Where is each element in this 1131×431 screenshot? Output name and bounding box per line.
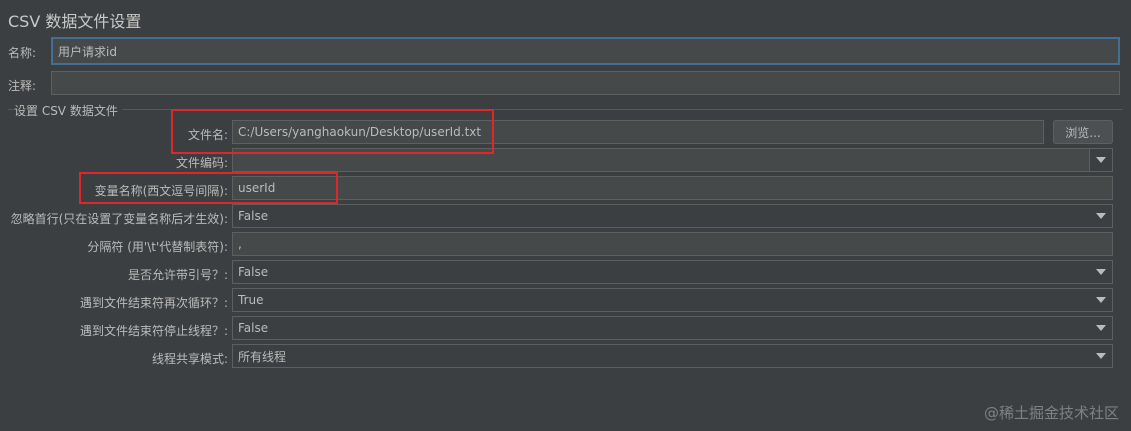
stop-thread-eof-label: 遇到文件结束符停止线程？:	[79, 324, 228, 338]
allow-quoted-select[interactable]: False	[232, 260, 1113, 284]
delimiter-label: 分隔符 (用'\t'代替制表符):	[87, 240, 228, 254]
name-input-value: 用户请求id	[58, 44, 117, 59]
browse-button[interactable]: 浏览...	[1053, 120, 1113, 144]
recycle-eof-value: True	[238, 293, 264, 307]
name-label: 名称:	[8, 46, 37, 60]
comment-input[interactable]	[51, 71, 1120, 95]
chevron-down-icon	[1090, 205, 1112, 227]
page-title: CSV 数据文件设置	[8, 12, 142, 31]
ignore-first-line-label: 忽略首行(只在设置了变量名称后才生效):	[10, 212, 228, 226]
ignore-first-line-value: False	[238, 209, 269, 223]
name-input[interactable]: 用户请求id	[51, 37, 1120, 65]
csv-data-set-config-panel: CSV 数据文件设置 名称: 用户请求id 注释: 设置 CSV 数据文件 文件…	[0, 0, 1131, 431]
stop-thread-eof-select[interactable]: False	[232, 316, 1113, 340]
delimiter-input-value: ,	[238, 237, 242, 251]
chevron-down-icon	[1090, 261, 1112, 283]
comment-label: 注释:	[8, 79, 37, 93]
chevron-down-icon	[1090, 289, 1112, 311]
allow-quoted-label: 是否允许带引号？:	[127, 268, 228, 282]
chevron-down-icon	[1090, 317, 1112, 339]
sharing-mode-select[interactable]: 所有线程	[232, 344, 1113, 368]
chevron-down-icon	[1090, 345, 1112, 367]
allow-quoted-value: False	[238, 265, 269, 279]
delimiter-input[interactable]: ,	[232, 232, 1113, 256]
sharing-mode-value: 所有线程	[238, 349, 287, 364]
chevron-down-icon[interactable]	[1089, 149, 1112, 171]
sharing-mode-label: 线程共享模式:	[151, 352, 228, 366]
recycle-eof-select[interactable]: True	[232, 288, 1113, 312]
variable-names-input[interactable]: userId	[232, 176, 1113, 200]
variable-names-highlight-box	[79, 172, 338, 204]
encoding-label: 文件编码:	[175, 156, 228, 170]
group-title: 设置 CSV 数据文件	[14, 102, 122, 119]
ignore-first-line-select[interactable]: False	[232, 204, 1113, 228]
watermark: @稀土掘金技术社区	[983, 404, 1119, 422]
recycle-eof-label: 遇到文件结束符再次循环？:	[79, 296, 228, 310]
stop-thread-eof-value: False	[238, 321, 269, 335]
filename-highlight-box	[171, 109, 494, 154]
